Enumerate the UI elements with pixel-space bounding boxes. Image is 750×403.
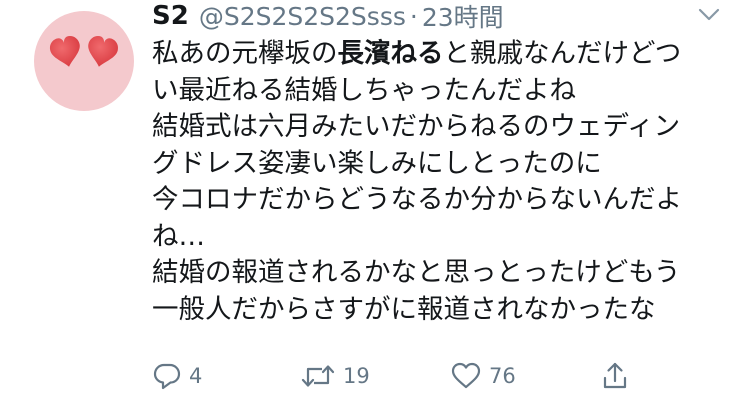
tweet-line: 私あの元欅坂の長濱ねると親戚なんだけどつ (152, 36, 742, 73)
bold-name: 長濱ねる (337, 38, 444, 69)
tweet-line: グドレス姿凄い楽しみにしとったのに (152, 147, 602, 179)
tweet-line: 一般人だからさすがに報道されなかったな (152, 293, 656, 325)
tweet[interactable]: S2 @S2S2S2S2Ssss · 23時間 私あの元欅坂の長濱ねると親戚なん… (0, 0, 750, 403)
reply-icon (153, 363, 181, 390)
share-button[interactable] (600, 358, 630, 394)
tweet-line: 今コロナだからどうなるか分からないんだよ (152, 184, 682, 215)
user-handle[interactable]: @S2S2S2S2Ssss (199, 2, 406, 31)
tweet-text-segment: 私あの元欅坂の (152, 38, 338, 69)
action-bar: 4 19 76 (152, 358, 742, 394)
like-button[interactable]: 76 (450, 358, 516, 394)
chevron-down-icon[interactable] (696, 4, 722, 24)
tweet-text: 私あの元欅坂の長濱ねると親戚なんだけどつ い最近ねる結婚しちゃったんだよね 結婚… (152, 36, 742, 328)
reply-count: 4 (189, 364, 203, 388)
tweet-line: 結婚の報道されるかなと思っとったけどもう (152, 257, 681, 288)
reply-button[interactable]: 4 (152, 358, 202, 394)
tweet-line: ね… (152, 220, 205, 252)
retweet-button[interactable]: 19 (300, 358, 370, 394)
heart-eyes-icon (49, 35, 119, 67)
timestamp[interactable]: 23時間 (422, 0, 504, 34)
tweet-text-segment: と親戚なんだけどつ (443, 38, 682, 69)
retweet-icon (301, 365, 335, 387)
like-count: 76 (489, 364, 516, 388)
retweet-count: 19 (343, 364, 370, 388)
share-icon (603, 362, 627, 389)
heart-icon (451, 362, 481, 389)
avatar[interactable] (34, 11, 134, 111)
display-name[interactable]: S2 (152, 1, 189, 31)
separator-dot: · (409, 1, 418, 31)
tweet-header: S2 @S2S2S2S2Ssss · 23時間 (152, 0, 504, 32)
tweet-line: 結婚式は六月みたいだからねるのウェディン (152, 111, 681, 142)
tweet-line: い最近ねる結婚しちゃったんだよね (152, 74, 576, 106)
